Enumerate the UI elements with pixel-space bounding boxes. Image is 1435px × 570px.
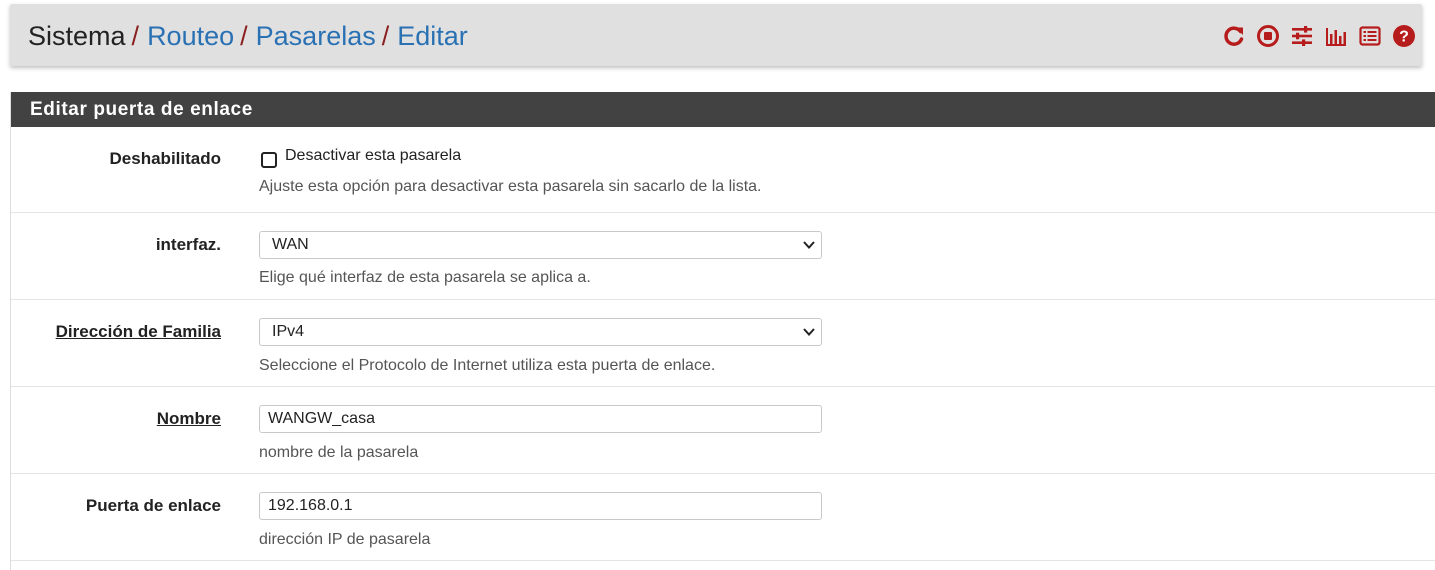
breadcrumb-separator: / bbox=[240, 21, 248, 51]
breadcrumb-link-pasarelas[interactable]: Pasarelas bbox=[256, 21, 376, 51]
breadcrumb-separator: / bbox=[381, 21, 390, 51]
name-label[interactable]: Nombre bbox=[157, 409, 221, 429]
page-header: Sistema / Routeo / Pasarelas / Editar ? bbox=[10, 4, 1422, 66]
gateway-label: Puerta de enlace bbox=[85, 496, 221, 515]
disable-gateway-checkbox[interactable] bbox=[261, 152, 277, 168]
header-icon-bar: ? bbox=[1212, 24, 1416, 48]
svg-text:?: ? bbox=[1399, 29, 1409, 46]
address-family-select-value: IPv4 bbox=[272, 323, 305, 340]
name-row: Nombre WANGW_casa nombre de la pasarela bbox=[11, 387, 1435, 474]
breadcrumb-separator: / bbox=[131, 21, 140, 51]
chevron-down-icon bbox=[803, 241, 815, 249]
name-help-text: nombre de la pasarela bbox=[259, 444, 419, 461]
gateway-row: Puerta de enlace 192.168.0.1 dirección I… bbox=[11, 474, 1435, 561]
interface-help-text: Elige qué interfaz de esta pasarela se a… bbox=[259, 269, 591, 286]
name-input[interactable]: WANGW_casa bbox=[259, 405, 822, 433]
bar-chart-icon[interactable] bbox=[1324, 24, 1348, 48]
gateway-help-text: dirección IP de pasarela bbox=[259, 531, 431, 548]
gateway-ip-input[interactable]: 192.168.0.1 bbox=[259, 492, 822, 520]
edit-gateway-panel: Editar puerta de enlace Deshabilitado De… bbox=[10, 92, 1435, 570]
help-icon[interactable]: ? bbox=[1392, 24, 1416, 48]
chevron-down-icon bbox=[803, 328, 815, 336]
panel-title: Editar puerta de enlace bbox=[11, 92, 1435, 127]
list-icon[interactable] bbox=[1358, 24, 1382, 48]
breadcrumb-root: Sistema bbox=[28, 21, 126, 51]
interface-row: interfaz. WAN Elige qué interfaz de esta… bbox=[11, 213, 1435, 300]
disabled-help-text: Ajuste esta opción para desactivar esta … bbox=[259, 178, 762, 195]
breadcrumb: Sistema / Routeo / Pasarelas / Editar bbox=[28, 20, 468, 52]
disabled-label: Deshabilitado bbox=[109, 149, 221, 168]
disabled-row: Deshabilitado Desactivar esta pasarela A… bbox=[11, 127, 1435, 213]
address-family-label[interactable]: Dirección de Familia bbox=[56, 322, 221, 342]
address-family-row: Dirección de Familia IPv4 Seleccione el … bbox=[11, 300, 1435, 387]
interface-select[interactable]: WAN bbox=[259, 231, 822, 259]
breadcrumb-link-editar[interactable]: Editar bbox=[397, 21, 468, 51]
address-family-help-text: Seleccione el Protocolo de Internet util… bbox=[259, 357, 716, 374]
address-family-select[interactable]: IPv4 bbox=[259, 318, 822, 346]
stop-icon[interactable] bbox=[1256, 24, 1280, 48]
reload-icon[interactable] bbox=[1222, 24, 1246, 48]
disable-gateway-checkbox-label[interactable]: Desactivar esta pasarela bbox=[285, 147, 461, 165]
interface-select-value: WAN bbox=[272, 236, 309, 253]
interface-label: interfaz. bbox=[155, 235, 221, 254]
sliders-icon[interactable] bbox=[1290, 24, 1314, 48]
breadcrumb-link-routeo[interactable]: Routeo bbox=[147, 21, 234, 51]
